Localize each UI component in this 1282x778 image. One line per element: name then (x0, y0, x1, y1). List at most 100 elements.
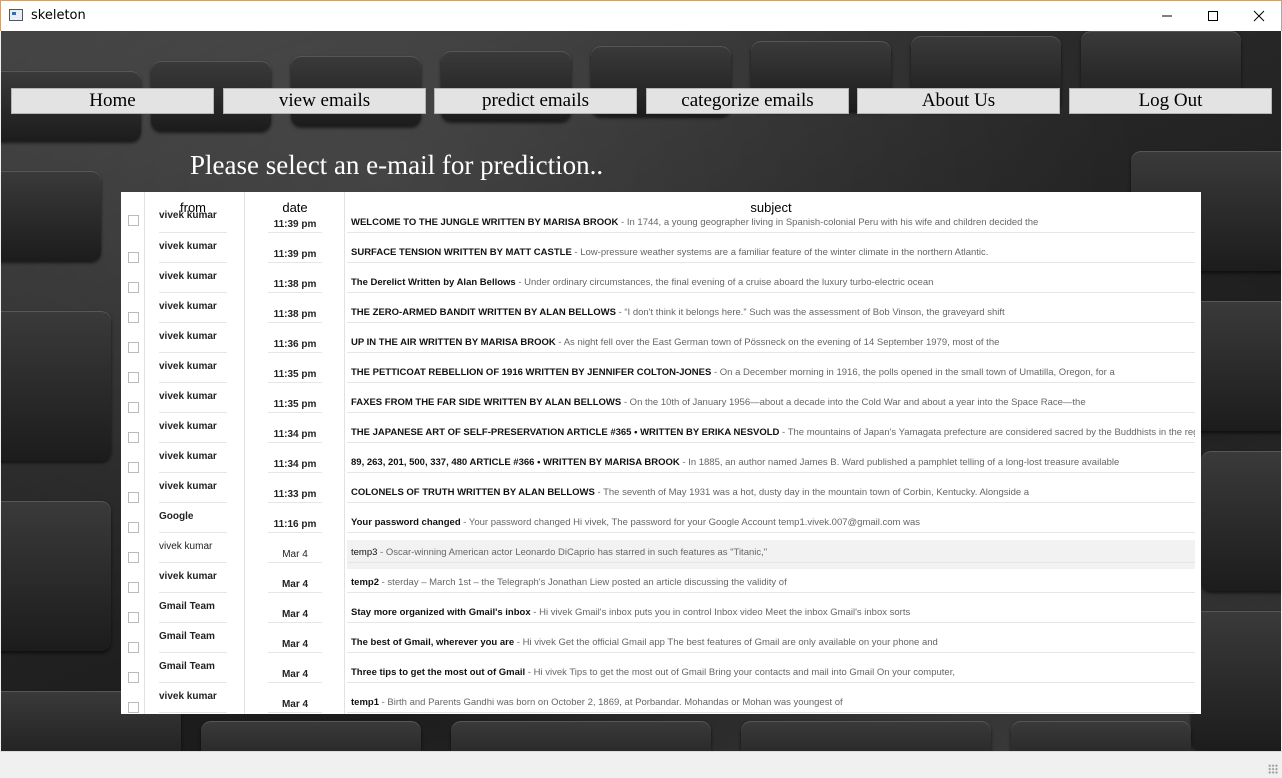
row-subject-title: Three tips to get the most out of Gmail (351, 667, 526, 678)
row-subject-title: UP IN THE AIR WRITTEN BY MARISA BROOK (351, 337, 556, 348)
maximize-icon (1208, 11, 1218, 21)
row-subject: The best of Gmail, wherever you are - Hi… (347, 624, 1195, 653)
row-checkbox[interactable] (128, 702, 139, 713)
row-snippet: - On the 10th of January 1956—about a de… (621, 397, 1086, 408)
row-checkbox[interactable] (128, 215, 139, 226)
row-subject: THE JAPANESE ART OF SELF-PRESERVATION AR… (347, 414, 1195, 443)
row-checkbox[interactable] (128, 432, 139, 443)
row-subject-title: FAXES FROM THE FAR SIDE WRITTEN BY ALAN … (351, 397, 622, 408)
row-subject-title: Your password changed (351, 517, 461, 528)
row-snippet: - Hi vivek Tips to get the most out of G… (525, 667, 955, 678)
row-snippet: - In 1744, a young geographer living in … (618, 217, 1039, 228)
nav-home-button[interactable]: Home (11, 88, 214, 114)
row-subject-title: THE ZERO-ARMED BANDIT WRITTEN BY ALAN BE… (351, 307, 616, 318)
row-snippet: - sterday – March 1st – the Telegraph's … (378, 577, 787, 588)
row-subject-title: THE JAPANESE ART OF SELF-PRESERVATION AR… (351, 427, 780, 438)
row-checkbox[interactable] (128, 612, 139, 623)
row-subject: Three tips to get the most out of Gmail … (347, 654, 1195, 683)
row-subject-title: temp1 (351, 697, 379, 708)
row-subject: 89, 263, 201, 500, 337, 480 ARTICLE #366… (347, 444, 1195, 473)
status-bar (0, 751, 1282, 778)
row-checkbox[interactable] (128, 492, 139, 503)
row-snippet: - Under ordinary circumstances, the fina… (515, 277, 934, 288)
row-subject-title: WELCOME TO THE JUNGLE WRITTEN BY MARISA … (351, 217, 619, 228)
close-button[interactable] (1236, 1, 1282, 31)
row-date: 11:38 pm (268, 264, 322, 293)
email-table[interactable]: from date subject vivek kumar 11:39 pm WEL… (121, 192, 1201, 714)
row-from: Google (159, 504, 227, 533)
row-checkbox[interactable] (128, 402, 139, 413)
row-snippet: - “I don't think it belongs here.” Such … (615, 307, 1005, 318)
row-snippet: - The mountains of Japan's Yamagata pref… (779, 427, 1195, 438)
row-subject-title: 89, 263, 201, 500, 337, 480 ARTICLE #366… (351, 457, 680, 468)
row-checkbox[interactable] (128, 372, 139, 383)
row-snippet: - On a December morning in 1916, the pol… (711, 367, 1115, 378)
row-from: vivek kumar (159, 204, 227, 233)
row-from: vivek kumar (159, 444, 227, 473)
row-date: 11:39 pm (268, 234, 322, 263)
row-date: Mar 4 (268, 654, 322, 683)
row-subject: WELCOME TO THE JUNGLE WRITTEN BY MARISA … (347, 204, 1195, 233)
window-titlebar[interactable]: skeleton (0, 0, 1282, 31)
page-prompt: Please select an e-mail for prediction.. (190, 150, 604, 180)
row-subject: THE ZERO-ARMED BANDIT WRITTEN BY ALAN BE… (347, 294, 1195, 323)
row-snippet: - Hi vivek Get the official Gmail app Th… (514, 637, 938, 648)
window-title: skeleton (31, 8, 86, 23)
nav-about-us-button[interactable]: About Us (857, 88, 1060, 114)
row-date: Mar 4 (268, 534, 322, 563)
row-date: Mar 4 (268, 684, 322, 713)
row-checkbox[interactable] (128, 642, 139, 653)
row-subject: The Derelict Written by Alan Bellows - U… (347, 264, 1195, 293)
row-from: vivek kumar (159, 294, 227, 323)
row-subject-title: The Derelict Written by Alan Bellows (351, 277, 516, 288)
row-checkbox[interactable] (128, 252, 139, 263)
resize-grip-icon[interactable] (1268, 764, 1278, 774)
row-date: 11:33 pm (268, 474, 322, 503)
nav-categorize-emails-button[interactable]: categorize emails (646, 88, 849, 114)
row-from: Gmail Team (159, 624, 227, 653)
row-date: 11:35 pm (268, 384, 322, 413)
row-checkbox[interactable] (128, 522, 139, 533)
row-from: vivek kumar (159, 414, 227, 443)
row-snippet: - Birth and Parents Gandhi was born on O… (378, 697, 843, 708)
row-subject-title: temp2 (351, 577, 379, 588)
row-from: Gmail Team (159, 594, 227, 623)
row-date: Mar 4 (268, 624, 322, 653)
row-checkbox[interactable] (128, 342, 139, 353)
minimize-button[interactable] (1144, 1, 1190, 31)
row-from: vivek kumar (159, 234, 227, 263)
minimize-icon (1162, 15, 1172, 17)
row-subject: THE PETTICOAT REBELLION OF 1916 WRITTEN … (347, 354, 1195, 383)
row-snippet: - Hi vivek Gmail's inbox puts you in con… (530, 607, 911, 618)
row-snippet: - Your password changed Hi vivek, The pa… (460, 517, 920, 528)
nav-predict-emails-button[interactable]: predict emails (434, 88, 637, 114)
row-date: 11:38 pm (268, 294, 322, 323)
row-subject: temp1 - Birth and Parents Gandhi was bor… (347, 684, 1195, 713)
row-from: vivek kumar (159, 474, 227, 503)
row-snippet: - In 1885, an author named James B. Ward… (679, 457, 1120, 468)
row-subject: UP IN THE AIR WRITTEN BY MARISA BROOK - … (347, 324, 1195, 353)
close-icon (1253, 10, 1265, 22)
row-checkbox[interactable] (128, 582, 139, 593)
row-checkbox[interactable] (128, 672, 139, 683)
row-subject-title: THE PETTICOAT REBELLION OF 1916 WRITTEN … (351, 367, 712, 378)
row-subject: temp3 - Oscar-winning American actor Leo… (347, 534, 1195, 563)
maximize-button[interactable] (1190, 1, 1236, 31)
row-checkbox[interactable] (128, 282, 139, 293)
row-checkbox[interactable] (128, 552, 139, 563)
row-from: vivek kumar (159, 564, 227, 593)
row-from: vivek kumar (159, 534, 227, 563)
row-snippet: - Low-pressure weather systems are a fam… (571, 247, 989, 258)
row-subject-title: The best of Gmail, wherever you are (351, 637, 515, 648)
row-date: 11:39 pm (268, 204, 322, 233)
row-checkbox[interactable] (128, 312, 139, 323)
row-subject: COLONELS OF TRUTH WRITTEN BY ALAN BELLOW… (347, 474, 1195, 503)
row-from: vivek kumar (159, 324, 227, 353)
table-row[interactable]: vivek kumar Mar 4 temp1 - Birth and Parent… (121, 690, 1201, 714)
row-snippet: - As night fell over the East German tow… (555, 337, 1000, 348)
nav-log-out-button[interactable]: Log Out (1069, 88, 1272, 114)
row-checkbox[interactable] (128, 462, 139, 473)
row-subject: Stay more organized with Gmail's inbox -… (347, 594, 1195, 623)
row-subject: temp2 - sterday – March 1st – the Telegr… (347, 564, 1195, 593)
nav-view-emails-button[interactable]: view emails (223, 88, 426, 114)
